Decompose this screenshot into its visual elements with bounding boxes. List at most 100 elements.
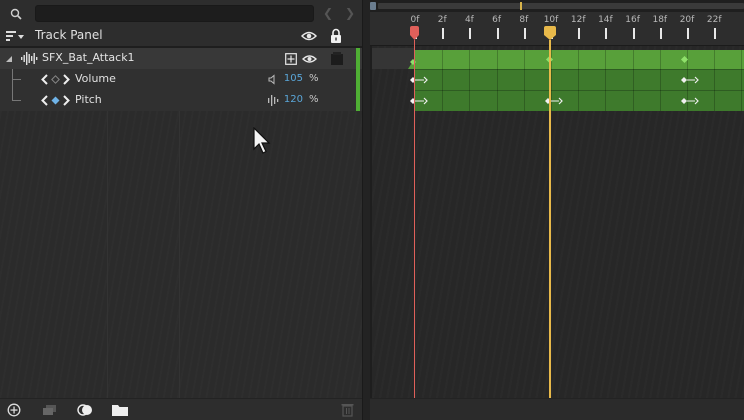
ruler-tick-label: 22f [706, 15, 722, 25]
add-track-icon[interactable] [7, 403, 23, 417]
column-divider [179, 111, 180, 398]
track-panel: ❮ ❯ Track Panel SFX_Bat_Attack1 Volume 1… [0, 0, 362, 420]
mouse-cursor-icon [253, 127, 271, 154]
folder-icon[interactable] [112, 403, 128, 417]
pitch-keyframe-pair-icon[interactable] [681, 97, 699, 105]
panel-header: Track Panel [0, 26, 362, 46]
keyframe-diamond-filled-icon[interactable] [51, 96, 60, 105]
scrollbar-playhead-marker [520, 2, 522, 10]
search-bar: ❮ ❯ [0, 0, 362, 26]
tree-connector [12, 69, 13, 100]
prev-keyframe-icon[interactable] [41, 74, 48, 85]
column-divider [107, 111, 108, 398]
current-frame-playhead-handle[interactable] [410, 26, 419, 40]
ruler-tick-label: 0f [410, 15, 420, 25]
track-list-empty-area [0, 111, 362, 398]
ruler-tick [442, 28, 445, 39]
app-window: ❮ ❯ Track Panel SFX_Bat_Attack1 Volume 1… [0, 0, 744, 420]
ruler-tick [578, 28, 581, 39]
grid-line [659, 50, 661, 111]
grid-line [741, 50, 743, 111]
track-visibility-eye-icon[interactable] [302, 53, 317, 65]
grid-line [469, 50, 471, 111]
collapse-triangle-icon[interactable] [5, 55, 13, 63]
current-frame-playhead[interactable] [414, 40, 415, 398]
ruler-tick-label: 18f [652, 15, 668, 25]
speaker-icon [268, 74, 275, 85]
property-value[interactable]: 120 [281, 94, 303, 105]
volume-keyframe-pair-icon[interactable] [681, 76, 699, 84]
prev-keyframe-icon[interactable] [41, 95, 48, 106]
ruler-tick [632, 28, 635, 39]
next-keyframe-icon[interactable] [63, 95, 70, 106]
keyframe-diamond-empty-icon[interactable] [51, 75, 60, 84]
panel-title: Track Panel [35, 28, 103, 42]
ruler-tick-label: 14f [598, 15, 613, 25]
tree-connector [12, 100, 21, 101]
property-label: Volume [75, 72, 116, 85]
panel-splitter[interactable] [362, 0, 370, 420]
volume-keyframe-pair-icon[interactable] [410, 76, 428, 84]
grid-line [523, 50, 525, 111]
ruler-tick [496, 28, 499, 39]
next-keyframe-icon[interactable] [63, 74, 70, 85]
sort-menu-icon[interactable] [6, 29, 24, 43]
search-input[interactable] [35, 5, 314, 22]
ruler-tick-label: 10f [543, 15, 559, 25]
marker-playhead-handle[interactable] [544, 26, 556, 40]
track-name: SFX_Bat_Attack1 [42, 51, 135, 64]
property-unit: % [309, 73, 319, 84]
timeline-footer [370, 398, 744, 420]
property-row-volume[interactable]: Volume 105 % [0, 69, 362, 90]
search-prev-icon[interactable]: ❮ [323, 7, 333, 19]
ruler-tick-label: 12f [570, 15, 586, 25]
scrollbar-track[interactable] [378, 3, 744, 9]
clip-start-handle[interactable] [408, 50, 422, 69]
ruler-tick [605, 28, 608, 39]
lock-all-icon[interactable] [330, 28, 342, 43]
track-lock-icon[interactable] [330, 51, 344, 66]
pitch-keyframe-pair-icon[interactable] [545, 97, 563, 105]
grid-line [714, 50, 716, 111]
grid-line [496, 50, 498, 111]
pitch-keyframe-pair-icon[interactable] [410, 97, 428, 105]
track-color-strip [356, 48, 360, 111]
ruler-tick [714, 28, 717, 39]
ruler-tick [523, 28, 526, 39]
timeline-panel: 0f 2f 4f 6f 8f 10f 12f 14f 16f 18f 20f 22f [370, 0, 744, 420]
property-row-pitch[interactable]: Pitch 120 % [0, 90, 362, 111]
ruler-tick-label: 8f [519, 15, 529, 25]
scrollbar-handle[interactable] [370, 2, 376, 10]
marker-playhead[interactable] [549, 40, 551, 398]
grid-line [442, 50, 444, 111]
timeline-left-border [370, 46, 372, 398]
pitch-bars-icon [268, 95, 279, 106]
ruler-tick-label: 16f [625, 15, 640, 25]
ruler-tick-label: 4f [464, 15, 474, 25]
track-row[interactable]: SFX_Bat_Attack1 [0, 48, 362, 69]
search-icon [10, 8, 22, 20]
ruler-tick-label: 2f [437, 15, 447, 25]
property-unit: % [309, 94, 319, 105]
visibility-all-eye-icon[interactable] [301, 29, 317, 43]
ruler-tick-label: 20f [679, 15, 695, 25]
duplicate-track-icon[interactable] [42, 403, 58, 417]
mask-toggle-icon[interactable] [77, 403, 93, 417]
timeline-scrollbar[interactable] [370, 0, 744, 12]
ruler-tick-label: 6f [492, 15, 502, 25]
ruler-tick [687, 28, 689, 39]
grid-line [605, 50, 607, 111]
ruler-tick [659, 28, 662, 39]
search-next-icon[interactable]: ❯ [345, 7, 355, 19]
grid-line [632, 50, 634, 111]
audio-wave-icon [21, 52, 38, 65]
frame-ruler[interactable]: 0f 2f 4f 6f 8f 10f 12f 14f 16f 18f 20f 22f [370, 12, 744, 46]
delete-track-icon[interactable] [340, 403, 356, 417]
add-property-icon[interactable] [285, 53, 297, 65]
property-label: Pitch [75, 93, 102, 106]
ruler-tick [469, 28, 472, 39]
track-panel-toolbar [0, 398, 362, 420]
grid-line [578, 50, 580, 111]
property-value[interactable]: 105 [281, 73, 303, 84]
tree-connector [12, 79, 21, 80]
